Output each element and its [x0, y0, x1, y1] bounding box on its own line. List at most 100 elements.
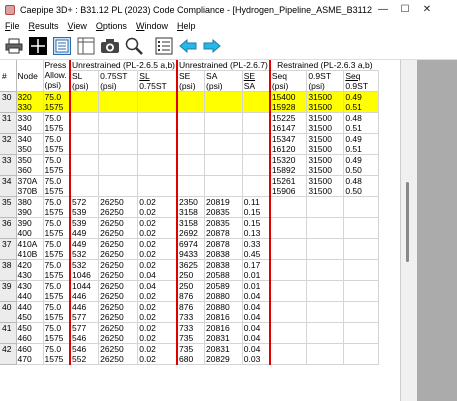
- arrow-left-icon[interactable]: [178, 36, 198, 56]
- table-row[interactable]: 42 460 470 75.0 1575 546 552 26250 26250 0.02 0.02…: [0, 343, 380, 365]
- sl-ratio-cell[interactable]: [137, 112, 179, 134]
- sl-ratio-cell[interactable]: [137, 175, 179, 197]
- sl-cell[interactable]: [70, 154, 100, 176]
- se-ratio-cell[interactable]: 0.15 0.13: [242, 217, 271, 239]
- node-cell[interactable]: 380 390: [16, 196, 44, 218]
- seq-cell[interactable]: [269, 322, 308, 344]
- sl-ratio-cell[interactable]: 0.02 0.04: [137, 259, 179, 281]
- se-cell[interactable]: [177, 112, 206, 134]
- st075-cell[interactable]: 26250 26250: [98, 259, 139, 281]
- se-ratio-cell[interactable]: [242, 112, 271, 134]
- st075-cell[interactable]: 26250 26250: [98, 238, 139, 260]
- menu-options[interactable]: Options: [96, 21, 127, 31]
- sl-ratio-cell[interactable]: 0.02 0.02: [137, 217, 179, 239]
- seq-ratio-cell[interactable]: [343, 217, 380, 239]
- seq-cell[interactable]: 15347 16120: [269, 133, 308, 155]
- st09-cell[interactable]: 31500 31500: [306, 91, 345, 113]
- row-number[interactable]: 35: [0, 196, 17, 218]
- se-ratio-cell[interactable]: 0.11 0.15: [242, 196, 271, 218]
- table-row[interactable]: 32 340 350 75.0 1575 15347 16120 31500 31500 0.49…: [0, 133, 380, 155]
- seq-cell[interactable]: [269, 196, 308, 218]
- sa-cell[interactable]: 20819 20835: [204, 196, 243, 218]
- table-row[interactable]: 31 330 340 75.0 1575 15225 16147 31500 31500 0.48…: [0, 112, 380, 134]
- seq-cell[interactable]: 15400 15928: [269, 91, 308, 113]
- sl-ratio-cell[interactable]: [137, 91, 179, 113]
- st09-cell[interactable]: [306, 238, 345, 260]
- table-row[interactable]: 38 420 430 75.0 1575 532 1046 26250 26250 0.02 0.0…: [0, 259, 380, 281]
- se-cell[interactable]: 2350 3158: [177, 196, 206, 218]
- st09-cell[interactable]: [306, 322, 345, 344]
- sa-cell[interactable]: [204, 154, 243, 176]
- seq-ratio-cell[interactable]: [343, 301, 380, 323]
- row-number[interactable]: 31: [0, 112, 17, 134]
- se-cell[interactable]: 733 735: [177, 322, 206, 344]
- se-cell[interactable]: 3625 250: [177, 259, 206, 281]
- table-row[interactable]: 35 380 390 75.0 1575 572 539 26250 26250 0.02 0.02…: [0, 196, 380, 218]
- camera-icon[interactable]: [100, 36, 120, 56]
- sl-cell[interactable]: 539 449: [70, 217, 100, 239]
- node-cell[interactable]: 320 330: [16, 91, 44, 113]
- se-ratio-cell[interactable]: [242, 175, 271, 197]
- se-cell[interactable]: [177, 175, 206, 197]
- node-cell[interactable]: 420 430: [16, 259, 44, 281]
- se-ratio-cell[interactable]: [242, 133, 271, 155]
- st09-cell[interactable]: [306, 196, 345, 218]
- sa-cell[interactable]: 20838 20588: [204, 259, 243, 281]
- se-ratio-cell[interactable]: [242, 91, 271, 113]
- node-cell[interactable]: 460 470: [16, 343, 44, 365]
- press-allow-cell[interactable]: 75.0 1575: [43, 280, 71, 302]
- press-allow-cell[interactable]: 75.0 1575: [43, 238, 71, 260]
- press-allow-cell[interactable]: 75.0 1575: [43, 154, 71, 176]
- st075-cell[interactable]: 26250 26250: [98, 301, 139, 323]
- se-cell[interactable]: 250 876: [177, 280, 206, 302]
- sl-ratio-cell[interactable]: 0.02 0.02: [137, 322, 179, 344]
- seq-ratio-cell[interactable]: 0.48 0.50: [343, 175, 380, 197]
- scrollbar-thumb[interactable]: [406, 182, 409, 262]
- seq-cell[interactable]: [269, 280, 308, 302]
- press-allow-cell[interactable]: 75.0 1575: [43, 91, 71, 113]
- node-cell[interactable]: 370A 370B: [16, 175, 44, 197]
- se-ratio-cell[interactable]: 0.04 0.03: [242, 343, 271, 365]
- crosshair-icon[interactable]: [28, 36, 48, 56]
- se-ratio-cell[interactable]: 0.01 0.04: [242, 280, 271, 302]
- sl-ratio-cell[interactable]: 0.02 0.02: [137, 238, 179, 260]
- press-allow-cell[interactable]: 75.0 1575: [43, 196, 71, 218]
- st09-cell[interactable]: 31500 31500: [306, 133, 345, 155]
- row-number[interactable]: 37: [0, 238, 17, 260]
- seq-ratio-cell[interactable]: [343, 322, 380, 344]
- sl-cell[interactable]: 449 532: [70, 238, 100, 260]
- press-allow-cell[interactable]: 75.0 1575: [43, 322, 71, 344]
- sl-cell[interactable]: 1044 446: [70, 280, 100, 302]
- printer-icon[interactable]: [4, 36, 24, 56]
- sl-cell[interactable]: 446 577: [70, 301, 100, 323]
- st075-cell[interactable]: [98, 112, 139, 134]
- st09-cell[interactable]: 31500 31500: [306, 154, 345, 176]
- st09-cell[interactable]: [306, 301, 345, 323]
- press-allow-cell[interactable]: 75.0 1575: [43, 343, 71, 365]
- st09-cell[interactable]: 31500 31500: [306, 175, 345, 197]
- seq-cell[interactable]: 15225 16147: [269, 112, 308, 134]
- press-allow-cell[interactable]: 75.0 1575: [43, 301, 71, 323]
- se-cell[interactable]: 6974 9433: [177, 238, 206, 260]
- seq-ratio-cell[interactable]: [343, 343, 380, 365]
- close-button[interactable]: ✕: [416, 0, 438, 20]
- sl-ratio-cell[interactable]: 0.02 0.02: [137, 343, 179, 365]
- seq-ratio-cell[interactable]: [343, 280, 380, 302]
- row-number[interactable]: 41: [0, 322, 17, 344]
- menu-file[interactable]: File: [5, 21, 20, 31]
- node-cell[interactable]: 350 360: [16, 154, 44, 176]
- st075-cell[interactable]: [98, 91, 139, 113]
- st075-cell[interactable]: [98, 154, 139, 176]
- split-view-icon[interactable]: [76, 36, 96, 56]
- sl-cell[interactable]: 577 546: [70, 322, 100, 344]
- table-row[interactable]: 33 350 360 75.0 1575 15320 15892 31500 31500 0.49…: [0, 154, 380, 176]
- menu-window[interactable]: Window: [136, 21, 168, 31]
- node-cell[interactable]: 450 460: [16, 322, 44, 344]
- sa-cell[interactable]: 20589 20880: [204, 280, 243, 302]
- row-number[interactable]: 39: [0, 280, 17, 302]
- seq-ratio-cell[interactable]: [343, 196, 380, 218]
- seq-cell[interactable]: [269, 301, 308, 323]
- sl-cell[interactable]: [70, 133, 100, 155]
- row-number[interactable]: 42: [0, 343, 17, 365]
- se-ratio-cell[interactable]: 0.17 0.01: [242, 259, 271, 281]
